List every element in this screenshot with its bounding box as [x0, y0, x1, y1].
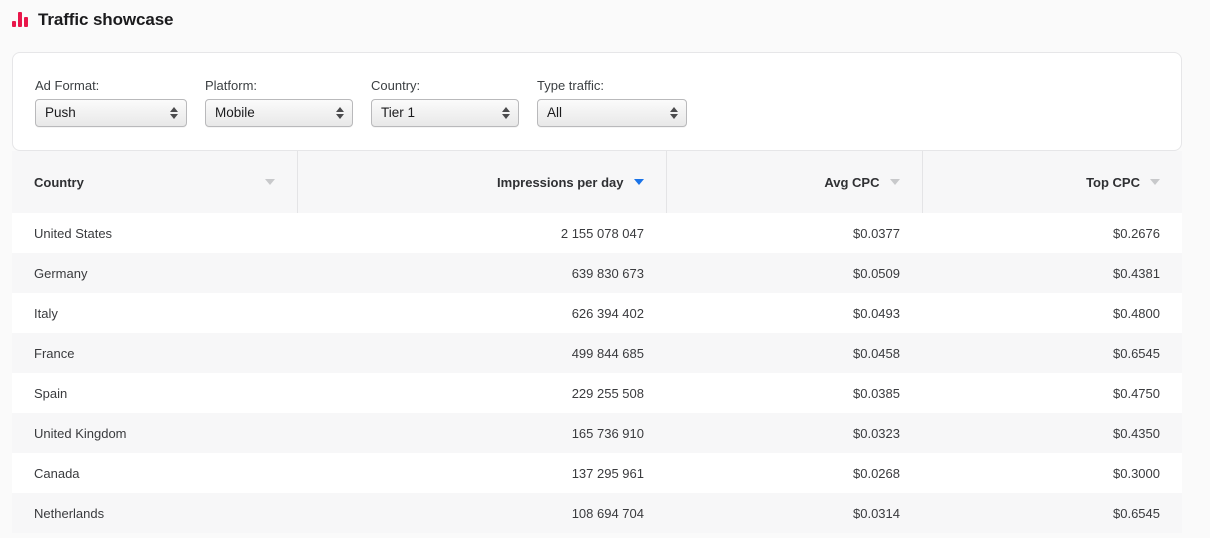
- cell-top-cpc: $0.6545: [1113, 505, 1160, 521]
- cell-top-cpc: $0.2676: [1113, 225, 1160, 241]
- traffic-table: Country Impressions per day Avg CPC Top …: [12, 151, 1182, 533]
- cell-avg-cpc: $0.0458: [853, 345, 900, 361]
- cell-avg-cpc: $0.0323: [853, 425, 900, 441]
- filters-panel: Ad Format: Push Platform: Mobile Country…: [12, 52, 1182, 151]
- filter-label-ad-format: Ad Format:: [35, 78, 100, 93]
- cell-impressions: 137 295 961: [571, 465, 644, 481]
- cell-top-cpc: $0.4800: [1113, 305, 1160, 321]
- stepper-arrows-icon: [670, 107, 678, 119]
- page-header: Traffic showcase: [0, 0, 1210, 32]
- country-select[interactable]: Tier 1: [371, 99, 519, 127]
- cell-country: Spain: [34, 385, 68, 401]
- ad-format-value: Push: [45, 105, 76, 121]
- cell-avg-cpc: $0.0493: [853, 305, 900, 321]
- filter-group-country: Country: Tier 1: [371, 79, 519, 127]
- table-row[interactable]: Spain 229 255 508 $0.0385 $0.4750: [12, 373, 1182, 413]
- table-row[interactable]: Canada 137 295 961 $0.0268 $0.3000: [12, 453, 1182, 493]
- country-value: Tier 1: [381, 105, 416, 121]
- table-header-row: Country Impressions per day Avg CPC Top …: [12, 151, 1182, 213]
- cell-country: Italy: [34, 305, 58, 321]
- table-row[interactable]: United Kingdom 165 736 910 $0.0323 $0.4350: [12, 413, 1182, 453]
- table-row[interactable]: Italy 626 394 402 $0.0493 $0.4800: [12, 293, 1182, 333]
- cell-impressions: 165 736 910: [571, 425, 644, 441]
- cell-country: United States: [34, 225, 113, 241]
- cell-impressions: 2 155 078 047: [560, 225, 644, 241]
- table-header: Country Impressions per day Avg CPC Top …: [12, 151, 1182, 213]
- table-row[interactable]: United States 2 155 078 047 $0.0377 $0.2676: [12, 213, 1182, 253]
- cell-impressions: 626 394 402: [571, 305, 644, 321]
- cell-avg-cpc: $0.0377: [853, 225, 900, 241]
- cell-impressions: 639 830 673: [571, 265, 644, 281]
- cell-top-cpc: $0.4381: [1113, 265, 1160, 281]
- cell-top-cpc: $0.4350: [1113, 425, 1160, 441]
- table-row[interactable]: France 499 844 685 $0.0458 $0.6545: [12, 333, 1182, 373]
- cell-country: Netherlands: [34, 505, 105, 521]
- cell-impressions: 229 255 508: [571, 385, 644, 401]
- filter-label-type-traffic: Type traffic:: [537, 78, 604, 93]
- cell-avg-cpc: $0.0509: [853, 265, 900, 281]
- column-header-avg-cpc[interactable]: Avg CPC: [666, 151, 923, 213]
- cell-avg-cpc: $0.0314: [853, 505, 900, 521]
- traffic-table-container: Country Impressions per day Avg CPC Top …: [12, 151, 1182, 533]
- cell-avg-cpc: $0.0268: [853, 465, 900, 481]
- column-header-impressions[interactable]: Impressions per day: [297, 151, 667, 213]
- platform-select[interactable]: Mobile: [205, 99, 353, 127]
- cell-country: Germany: [34, 265, 88, 281]
- filter-group-type-traffic: Type traffic: All: [537, 79, 687, 127]
- column-header-impressions-label: Impressions per day: [497, 174, 624, 190]
- ad-format-select[interactable]: Push: [35, 99, 187, 127]
- table-row[interactable]: Netherlands 108 694 704 $0.0314 $0.6545: [12, 493, 1182, 533]
- cell-impressions: 499 844 685: [571, 345, 644, 361]
- cell-country: France: [34, 345, 75, 361]
- stepper-arrows-icon: [336, 107, 344, 119]
- column-header-avg-cpc-label: Avg CPC: [824, 174, 880, 190]
- filter-label-country: Country:: [371, 78, 421, 93]
- cell-impressions: 108 694 704: [571, 505, 644, 521]
- filter-group-ad-format: Ad Format: Push: [35, 79, 187, 127]
- type-traffic-value: All: [547, 105, 563, 121]
- sort-caret-down-icon[interactable]: [264, 179, 275, 185]
- stepper-arrows-icon: [502, 107, 510, 119]
- page-title: Traffic showcase: [38, 9, 174, 29]
- column-header-top-cpc-label: Top CPC: [1086, 174, 1140, 190]
- table-row[interactable]: Germany 639 830 673 $0.0509 $0.4381: [12, 253, 1182, 293]
- sort-caret-down-icon[interactable]: [1150, 179, 1160, 185]
- cell-top-cpc: $0.3000: [1113, 465, 1160, 481]
- cell-country: Canada: [34, 465, 80, 481]
- cell-avg-cpc: $0.0385: [853, 385, 900, 401]
- column-header-country[interactable]: Country: [12, 151, 298, 213]
- bar-chart-icon: [12, 11, 30, 27]
- column-header-top-cpc[interactable]: Top CPC: [922, 151, 1182, 213]
- cell-top-cpc: $0.6545: [1113, 345, 1160, 361]
- column-header-country-label: Country: [34, 174, 84, 190]
- table-body: United States 2 155 078 047 $0.0377 $0.2676…: [12, 213, 1182, 533]
- cell-country: United Kingdom: [34, 425, 127, 441]
- platform-value: Mobile: [215, 105, 255, 121]
- filter-label-platform: Platform:: [205, 78, 258, 93]
- sort-caret-down-icon-active[interactable]: [633, 179, 644, 185]
- type-traffic-select[interactable]: All: [537, 99, 687, 127]
- stepper-arrows-icon: [170, 107, 178, 119]
- cell-top-cpc: $0.4750: [1113, 385, 1160, 401]
- sort-caret-down-icon[interactable]: [889, 179, 900, 185]
- filter-group-platform: Platform: Mobile: [205, 79, 353, 127]
